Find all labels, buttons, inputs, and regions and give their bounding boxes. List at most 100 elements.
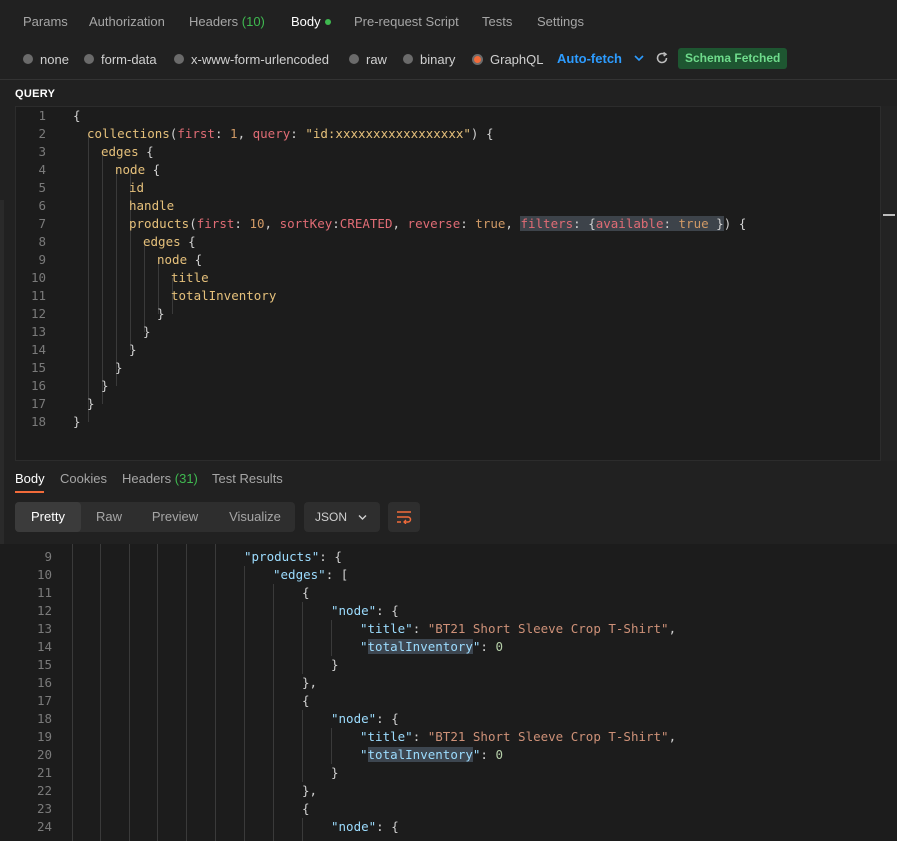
tab-headers[interactable]: Headers (10) — [189, 14, 265, 29]
radio-none[interactable]: none — [23, 51, 69, 67]
json-line: "node": { — [331, 819, 399, 834]
code-line: } — [73, 414, 81, 429]
indent-guide — [72, 544, 73, 841]
line-number: 18 — [36, 711, 52, 726]
radio-circle-icon — [174, 54, 184, 64]
view-visualize-button[interactable]: Visualize — [219, 502, 291, 532]
indent-guide — [331, 728, 332, 764]
code-line: } — [87, 396, 95, 411]
radio-label: none — [40, 51, 69, 67]
code-line: title — [171, 270, 209, 285]
line-number: 17 — [30, 396, 46, 411]
tab-body[interactable]: Body — [291, 14, 331, 29]
line-number: 14 — [30, 342, 46, 357]
line-number: 9 — [44, 549, 52, 564]
view-raw-button[interactable]: Raw — [85, 502, 133, 532]
indent-guide — [116, 170, 117, 386]
code-line: id — [129, 180, 145, 195]
line-number: 13 — [36, 621, 52, 636]
indent-guide — [302, 818, 303, 841]
tab-response-headers-label: Headers — [122, 471, 172, 486]
line-number: 4 — [38, 162, 46, 177]
json-line: }, — [302, 783, 318, 798]
tab-cookies[interactable]: Cookies — [60, 471, 107, 486]
radio-binary[interactable]: binary — [403, 51, 455, 67]
line-number: 19 — [36, 729, 52, 744]
divider — [0, 79, 897, 80]
indent-guide — [144, 242, 145, 332]
format-select[interactable]: JSON — [304, 502, 380, 532]
line-number: 20 — [36, 747, 52, 762]
wrap-lines-button[interactable] — [388, 502, 420, 532]
tab-headers-count: (10) — [241, 14, 265, 29]
json-line: "totalInventory": 0 — [360, 747, 504, 762]
line-number: 11 — [36, 585, 52, 600]
radio-x-www-form-urlencoded[interactable]: x-www-form-urlencoded — [174, 51, 329, 67]
line-number: 21 — [36, 765, 52, 780]
view-preview-button[interactable]: Preview — [141, 502, 209, 532]
radio-label: raw — [366, 51, 387, 67]
json-line: } — [331, 657, 339, 672]
json-line: }, — [302, 675, 318, 690]
code-line: edges { — [143, 234, 196, 249]
line-number: 3 — [38, 144, 46, 159]
radio-label: form-data — [101, 51, 157, 67]
line-number: 8 — [38, 234, 46, 249]
code-line: node { — [115, 162, 161, 177]
auto-fetch-button[interactable]: Auto-fetch — [557, 51, 622, 66]
line-number: 16 — [30, 378, 46, 393]
code-line: } — [143, 324, 151, 339]
tab-pre-request-script[interactable]: Pre-request Script — [354, 14, 459, 29]
code-line: } — [115, 360, 123, 375]
tab-settings[interactable]: Settings — [537, 14, 584, 29]
json-line: "products": { — [244, 549, 342, 564]
line-number: 15 — [36, 657, 52, 672]
code-line: edges { — [101, 144, 154, 159]
tab-authorization[interactable]: Authorization — [89, 14, 165, 29]
code-line: products(first: 10, sortKey:CREATED, rev… — [129, 216, 747, 231]
refresh-icon[interactable] — [655, 51, 669, 65]
radio-circle-icon — [403, 54, 413, 64]
line-number: 15 — [30, 360, 46, 375]
editor-scrollbar[interactable] — [881, 106, 897, 461]
indent-guide — [88, 134, 89, 422]
chevron-down-icon[interactable] — [633, 52, 645, 64]
view-pretty-button[interactable]: Pretty — [15, 502, 81, 532]
line-number: 10 — [30, 270, 46, 285]
code-line: node { — [157, 252, 203, 267]
line-number: 10 — [36, 567, 52, 582]
tab-tests[interactable]: Tests — [482, 14, 512, 29]
radio-graphql[interactable]: GraphQL — [472, 51, 543, 67]
json-line: "node": { — [331, 603, 399, 618]
line-number: 14 — [36, 639, 52, 654]
tab-response-headers[interactable]: Headers (31) — [122, 471, 198, 486]
radio-form-data[interactable]: form-data — [84, 51, 157, 67]
indent-guide — [157, 544, 158, 841]
radio-raw[interactable]: raw — [349, 51, 387, 67]
line-number: 5 — [38, 180, 46, 195]
tab-response-body[interactable]: Body — [15, 471, 45, 486]
tab-test-results[interactable]: Test Results — [212, 471, 283, 486]
active-tab-underline — [15, 491, 44, 493]
indent-guide — [331, 620, 332, 656]
line-number: 22 — [36, 783, 52, 798]
indent-guide — [215, 544, 216, 841]
response-body-viewer[interactable]: 9 10 11 12 13 14 15 16 17 18 19 20 21 22 23 24 "product… — [0, 544, 897, 841]
query-section-title: QUERY — [15, 88, 56, 100]
graphql-query-editor[interactable]: 1 2 3 4 5 6 7 8 9 10 11 12 13 14 15 16 17 18 { collection… — [15, 106, 881, 461]
tab-params[interactable]: Params — [23, 14, 68, 29]
indent-guide — [102, 152, 103, 404]
line-number: 13 — [30, 324, 46, 339]
line-number: 7 — [38, 216, 46, 231]
code-line: handle — [129, 198, 175, 213]
line-number: 11 — [30, 288, 46, 303]
format-select-value: JSON — [315, 510, 348, 524]
line-number: 24 — [36, 819, 52, 834]
indent-guide — [100, 544, 101, 841]
indent-guide — [186, 544, 187, 841]
radio-circle-icon — [349, 54, 359, 64]
json-line: "title": "BT21 Short Sleeve Crop T-Shirt… — [360, 621, 677, 636]
line-number: 18 — [30, 414, 46, 429]
json-line: "edges": [ — [273, 567, 349, 582]
indent-guide — [244, 566, 245, 841]
